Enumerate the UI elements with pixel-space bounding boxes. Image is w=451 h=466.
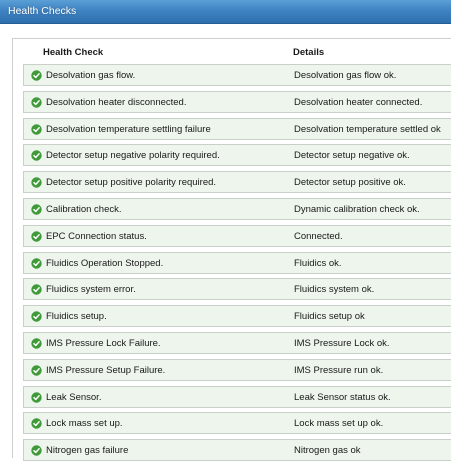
check-circle-icon bbox=[31, 418, 42, 430]
health-check-details: Detector setup positive ok. bbox=[294, 177, 406, 189]
check-circle-icon bbox=[31, 123, 42, 135]
table-row[interactable]: Calibration check. Dynamic calibration c… bbox=[23, 197, 451, 220]
check-circle-icon bbox=[31, 311, 42, 322]
check-circle-icon bbox=[31, 445, 42, 456]
health-check-name: Detector setup negative polarity require… bbox=[46, 150, 220, 162]
column-header-health-check[interactable]: Health Check bbox=[43, 47, 103, 58]
table-row[interactable]: Desolvation heater disconnected. Desolva… bbox=[23, 90, 451, 113]
table-row[interactable]: Detector setup negative polarity require… bbox=[23, 144, 451, 167]
health-check-name: Fluidics system error. bbox=[46, 284, 136, 296]
table-row[interactable]: Lock mass set up. Lock mass set up ok. bbox=[23, 412, 451, 435]
check-circle-icon bbox=[31, 338, 42, 349]
table-row[interactable]: IMS Pressure Lock Failure. IMS Pressure … bbox=[23, 331, 451, 354]
check-circle-icon bbox=[31, 284, 42, 296]
check-circle-icon bbox=[31, 70, 42, 81]
check-circle-icon bbox=[31, 150, 42, 162]
health-check-details: IMS Pressure Lock ok. bbox=[294, 337, 390, 349]
health-check-details: Fluidics setup ok bbox=[294, 311, 365, 323]
table-row[interactable]: Desolvation temperature settling failure… bbox=[23, 117, 451, 140]
window-title: Health Checks bbox=[8, 5, 77, 17]
health-check-name: Desolvation heater disconnected. bbox=[46, 96, 187, 108]
health-check-details: Fluidics system ok. bbox=[294, 284, 375, 296]
table-row[interactable]: Desolvation gas flow. Desolvation gas fl… bbox=[23, 64, 451, 86]
health-check-details: Nitrogen gas ok bbox=[294, 445, 361, 457]
table-body: Desolvation gas flow. Desolvation gas fl… bbox=[23, 64, 451, 466]
table-row[interactable]: IMS Pressure Setup Failure. IMS Pressure… bbox=[23, 358, 451, 381]
table-row[interactable]: Fluidics Operation Stopped. Fluidics ok. bbox=[23, 251, 451, 274]
health-check-name: IMS Pressure Lock Failure. bbox=[46, 337, 161, 349]
table-row[interactable]: Leak Sensor. Leak Sensor status ok. bbox=[23, 385, 451, 408]
health-check-name: Fluidics Operation Stopped. bbox=[46, 257, 164, 269]
health-check-details: IMS Pressure run ok. bbox=[294, 364, 384, 376]
health-check-name: Fluidics setup. bbox=[46, 311, 107, 323]
health-check-details: Dynamic calibration check ok. bbox=[294, 203, 420, 215]
check-circle-icon bbox=[31, 257, 42, 269]
column-header-details[interactable]: Details bbox=[293, 47, 324, 58]
check-circle-icon bbox=[31, 97, 42, 108]
check-circle-icon bbox=[31, 365, 42, 376]
health-check-details: Connected. bbox=[294, 230, 343, 242]
health-check-name: Desolvation temperature settling failure bbox=[46, 123, 211, 135]
health-check-details: Desolvation heater connected. bbox=[294, 96, 423, 108]
health-check-details: Desolvation gas flow ok. bbox=[294, 70, 397, 81]
table-row[interactable]: Fluidics setup. Fluidics setup ok bbox=[23, 305, 451, 328]
health-checks-table: Health Check Details Desolvation gas flo… bbox=[12, 38, 451, 462]
health-check-name: Leak Sensor. bbox=[46, 391, 102, 403]
table-row[interactable]: Nitrogen gas failure Nitrogen gas ok bbox=[23, 439, 451, 462]
table-row[interactable]: EPC Connection status. Connected. bbox=[23, 224, 451, 247]
check-circle-icon bbox=[31, 204, 42, 215]
health-check-name: Calibration check. bbox=[46, 203, 122, 215]
health-check-name: Detector setup positive polarity require… bbox=[46, 177, 217, 189]
health-check-name: EPC Connection status. bbox=[46, 230, 147, 242]
check-circle-icon bbox=[31, 177, 42, 188]
health-check-details: Lock mass set up ok. bbox=[294, 418, 384, 430]
health-check-details: Leak Sensor status ok. bbox=[294, 391, 391, 403]
check-circle-icon bbox=[31, 391, 42, 403]
table-header: Health Check Details bbox=[13, 39, 451, 63]
health-check-name: Nitrogen gas failure bbox=[46, 445, 129, 457]
health-check-details: Desolvation temperature settled ok bbox=[294, 123, 441, 135]
window-titlebar: Health Checks bbox=[0, 0, 451, 24]
health-check-name: Desolvation gas flow. bbox=[46, 70, 136, 81]
health-check-name: IMS Pressure Setup Failure. bbox=[46, 364, 166, 376]
health-check-name: Lock mass set up. bbox=[46, 418, 123, 430]
table-row[interactable]: Fluidics system error. Fluidics system o… bbox=[23, 278, 451, 301]
health-check-details: Detector setup negative ok. bbox=[294, 150, 410, 162]
check-circle-icon bbox=[31, 231, 42, 242]
health-check-details: Fluidics ok. bbox=[294, 257, 342, 269]
table-row[interactable]: Detector setup positive polarity require… bbox=[23, 171, 451, 194]
